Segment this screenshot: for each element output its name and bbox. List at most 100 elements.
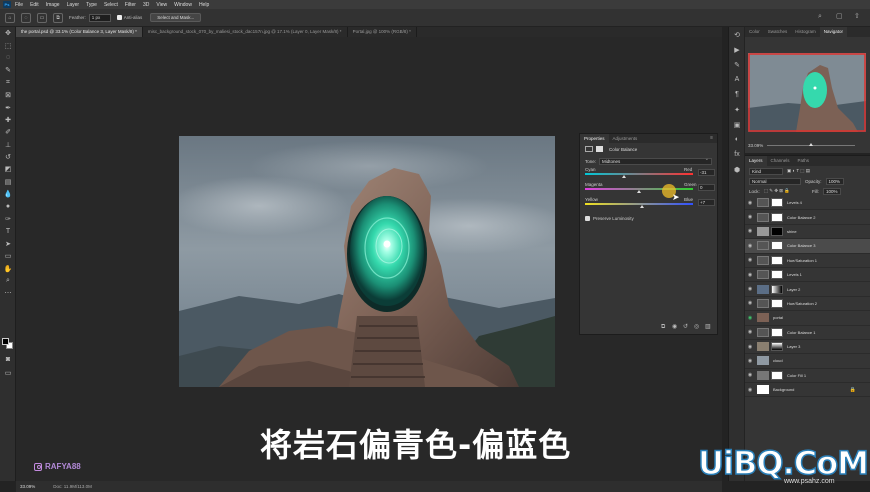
3d-icon[interactable]: ⬢: [729, 162, 745, 177]
blur-tool-icon[interactable]: 💧: [0, 188, 16, 200]
clone-stamp-icon[interactable]: ⊥: [0, 139, 16, 151]
type-tool-icon[interactable]: T: [0, 225, 16, 237]
layer-mask-thumb[interactable]: [771, 342, 783, 352]
magenta-green-value[interactable]: 0: [698, 184, 715, 191]
marquee-tool-icon[interactable]: ⬚: [0, 39, 16, 51]
visibility-eye-icon[interactable]: ◉: [745, 228, 755, 234]
menu-type[interactable]: Type: [86, 2, 97, 8]
panel-menu-icon[interactable]: ≡: [710, 135, 713, 141]
layer-row[interactable]: ◉ Layer 2: [745, 282, 870, 297]
eyedropper-icon[interactable]: ✒: [0, 101, 16, 113]
fill-field[interactable]: 100%: [822, 187, 841, 195]
layer-mask-thumb[interactable]: [771, 327, 783, 337]
menu-window[interactable]: Window: [174, 2, 192, 8]
layer-mask-thumb[interactable]: [771, 284, 783, 294]
styles-icon[interactable]: fx: [729, 147, 745, 162]
layer-mask-thumb[interactable]: [771, 270, 783, 280]
frame-tool-icon[interactable]: ⊠: [0, 89, 16, 101]
layer-name[interactable]: Hue/Saturation 2: [787, 301, 817, 306]
adjustments-icon[interactable]: ◐: [729, 132, 745, 147]
visibility-eye-icon[interactable]: ◉: [745, 300, 755, 306]
layer-row-selected[interactable]: ◉ Color Balance 3: [745, 239, 870, 254]
visibility-eye-icon[interactable]: ◉: [745, 344, 755, 350]
antialias-checkbox[interactable]: [116, 15, 122, 20]
visibility-eye-icon[interactable]: ◉: [745, 286, 755, 292]
layer-row[interactable]: ◉ Color Fill 1: [745, 369, 870, 384]
home-icon[interactable]: ⌂: [5, 12, 15, 23]
menu-image[interactable]: Image: [46, 2, 60, 8]
visibility-eye-icon[interactable]: ◉: [745, 214, 755, 220]
character-icon[interactable]: A: [729, 72, 745, 87]
menu-filter[interactable]: Filter: [125, 2, 136, 8]
trash-icon[interactable]: ▥: [705, 324, 711, 330]
visibility-eye-icon[interactable]: ◉: [745, 257, 755, 263]
magenta-green-thumb[interactable]: [637, 190, 641, 193]
cyan-red-track[interactable]: [585, 173, 693, 175]
tone-select[interactable]: Midtones: [599, 157, 712, 165]
quick-mask-icon[interactable]: ◙: [0, 353, 16, 365]
preserve-luminosity[interactable]: Preserve Luminosity: [580, 216, 717, 221]
layer-row[interactable]: ◉ Color Balance 2: [745, 210, 870, 225]
more-tools-icon[interactable]: ⋯: [0, 287, 16, 299]
history-icon[interactable]: ⟲: [729, 27, 745, 42]
visibility-eye-icon[interactable]: ◉: [745, 372, 755, 378]
layer-name[interactable]: Levels 1: [787, 272, 802, 277]
menu-3d[interactable]: 3D: [143, 2, 149, 8]
tab-misc-background[interactable]: misc_background_stock_070_by_maliesi_sto…: [143, 27, 348, 37]
paragraph-icon[interactable]: ¶: [729, 87, 745, 102]
history-brush-icon[interactable]: ↺: [0, 151, 16, 163]
zoom-tool-icon[interactable]: ⌕: [0, 275, 16, 287]
visibility-eye-icon[interactable]: ◉: [745, 272, 755, 278]
layer-mask-thumb[interactable]: [771, 370, 783, 380]
layer-name[interactable]: Color Balance 3: [787, 243, 815, 248]
layer-mask-thumb[interactable]: [771, 241, 783, 251]
gradient-tool-icon[interactable]: ▤: [0, 176, 16, 188]
tab-adjustments[interactable]: Adjustments: [609, 134, 642, 143]
tab-histogram[interactable]: Histogram: [791, 27, 820, 37]
layer-name[interactable]: shine: [787, 229, 797, 234]
layer-row[interactable]: ◉ portal: [745, 311, 870, 326]
lasso-icon[interactable]: ◌: [0, 52, 16, 64]
visibility-eye-icon[interactable]: ◉: [745, 358, 755, 364]
foreground-color-swatch[interactable]: [2, 338, 9, 345]
visibility-icon[interactable]: ◎: [694, 324, 700, 330]
layer-row[interactable]: ◉ Color Balance 1: [745, 326, 870, 340]
yellow-blue-value[interactable]: +7: [698, 199, 715, 206]
layer-name[interactable]: Layer 2: [787, 287, 800, 292]
cyan-red-thumb[interactable]: [621, 175, 626, 178]
layer-name[interactable]: Color Fill 1: [787, 373, 806, 378]
add-selection-icon[interactable]: ⧉: [53, 12, 63, 23]
layer-mask-icon[interactable]: [596, 146, 603, 152]
layer-mask-thumb[interactable]: [771, 298, 783, 308]
layer-name[interactable]: Layer 3: [787, 344, 800, 349]
document-canvas[interactable]: [179, 136, 555, 387]
layer-name[interactable]: Hue/Saturation 1: [787, 258, 817, 263]
zoom-level[interactable]: 33.09%: [20, 484, 35, 489]
menu-select[interactable]: Select: [104, 2, 118, 8]
cyan-red-value[interactable]: -31: [698, 169, 715, 176]
layer-row[interactable]: ◉ Levels 4: [745, 196, 870, 211]
filter-icons[interactable]: ▣ ◐ T ⬚ ▤: [787, 168, 810, 174]
layer-mask-thumb[interactable]: [771, 198, 783, 208]
menu-view[interactable]: View: [156, 2, 167, 8]
shape-tool-icon[interactable]: ▭: [0, 250, 16, 262]
eraser-icon[interactable]: ◩: [0, 163, 16, 175]
layer-filter-select[interactable]: Kind: [749, 167, 783, 175]
brush-settings-icon[interactable]: ✎: [729, 57, 745, 72]
layer-row[interactable]: ◉ shine: [745, 225, 870, 240]
tab-swatches[interactable]: Swatches: [764, 27, 792, 37]
share-icon[interactable]: ⇧: [854, 13, 862, 21]
feather-field[interactable]: 1 px: [88, 13, 111, 22]
yellow-blue-slider[interactable]: Yellow Blue +7: [580, 197, 717, 212]
layer-row[interactable]: ◉ cloud: [745, 354, 870, 369]
tab-channels[interactable]: Channels: [767, 156, 794, 166]
visibility-eye-icon[interactable]: ◉: [745, 200, 755, 206]
layer-row[interactable]: ◉ Hue/Saturation 2: [745, 297, 870, 312]
layer-mask-thumb[interactable]: [771, 226, 783, 236]
screen-mode-icon[interactable]: ▭: [0, 367, 16, 379]
view-previous-icon[interactable]: ◉: [672, 324, 678, 330]
layer-name[interactable]: cloud: [773, 358, 783, 363]
blend-mode-select[interactable]: Normal: [749, 177, 801, 185]
navigator-zoom-value[interactable]: 33.09%: [748, 143, 763, 148]
menu-edit[interactable]: Edit: [30, 2, 39, 8]
